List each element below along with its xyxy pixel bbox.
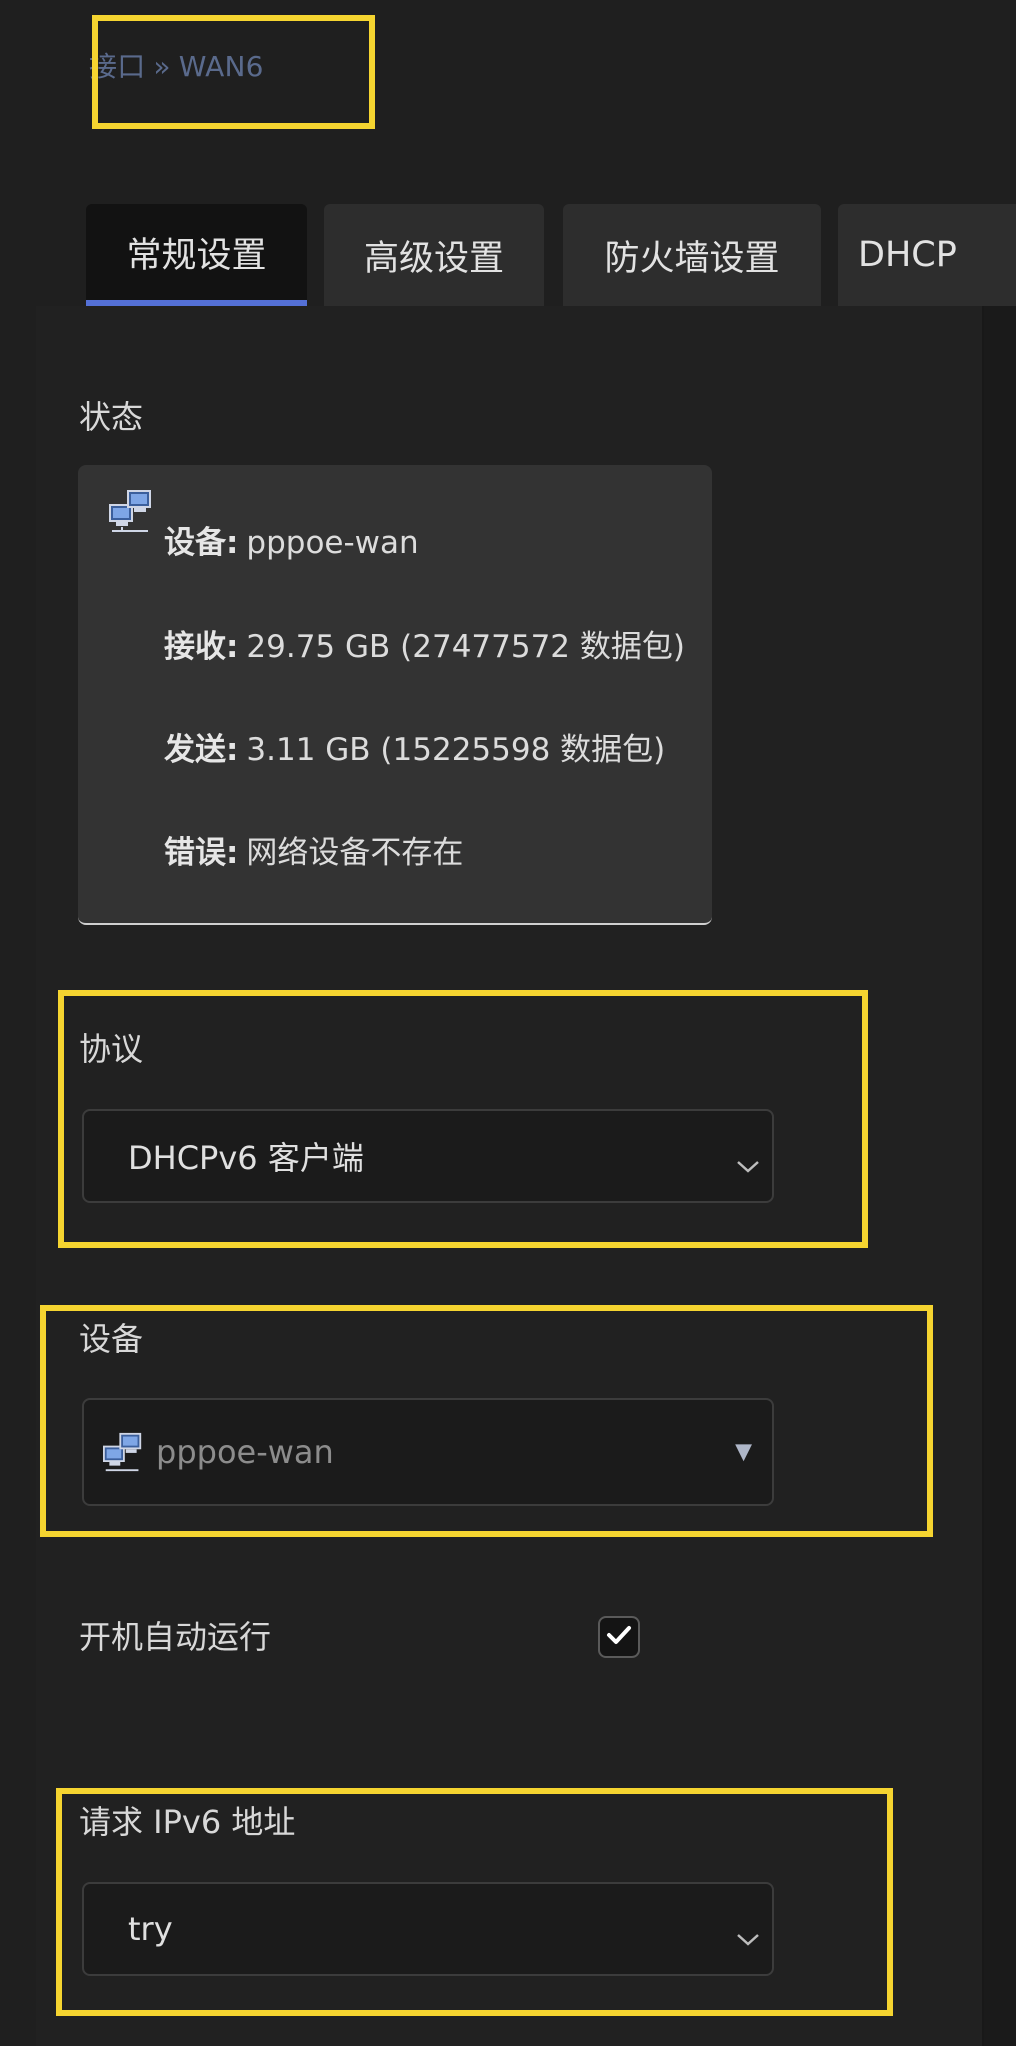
tab-general-settings[interactable]: 常规设置 bbox=[86, 204, 307, 306]
status-box: 设备: pppoe-wan 接收: 29.75 GB (27477572 数据包) … bbox=[78, 465, 712, 925]
chevron-down-icon bbox=[734, 1146, 762, 1173]
status-device-key: 设备: bbox=[164, 525, 239, 561]
request-ipv6-select[interactable]: try bbox=[82, 1882, 774, 1976]
tab-advanced-settings[interactable]: 高级设置 bbox=[324, 204, 544, 306]
chevron-down-icon bbox=[734, 1919, 762, 1946]
network-device-icon bbox=[102, 1432, 144, 1472]
status-tx-line: 发送: 3.11 GB (15225598 数据包) bbox=[164, 724, 665, 769]
status-tx-value: 3.11 GB (15225598 数据包) bbox=[246, 732, 666, 768]
status-error-line: 错误: 网络设备不存在 bbox=[164, 827, 463, 872]
status-error-key: 错误: bbox=[164, 835, 239, 871]
protocol-select[interactable]: DHCPv6 客户端 bbox=[82, 1109, 774, 1203]
breadcrumb-separator: » bbox=[153, 50, 171, 83]
protocol-select-value: DHCPv6 客户端 bbox=[128, 1139, 364, 1177]
status-rx-key: 接收: bbox=[164, 629, 239, 665]
page-margin bbox=[984, 306, 1016, 2046]
tab-bar: 常规设置 高级设置 防火墙设置 DHCP bbox=[86, 204, 1016, 306]
autostart-label: 开机自动运行 bbox=[79, 1618, 272, 1656]
status-device-value: pppoe-wan bbox=[246, 525, 419, 561]
triangle-down-icon: ▼ bbox=[735, 1439, 752, 1465]
device-select[interactable]: pppoe-wan ▼ bbox=[82, 1398, 774, 1506]
request-ipv6-label: 请求 IPv6 地址 bbox=[79, 1803, 296, 1841]
status-rx-value: 29.75 GB (27477572 数据包) bbox=[246, 629, 685, 665]
breadcrumb-parent-link[interactable]: 接口 bbox=[89, 50, 145, 83]
autostart-checkbox[interactable] bbox=[598, 1616, 640, 1658]
tab-firewall-settings[interactable]: 防火墙设置 bbox=[563, 204, 821, 306]
breadcrumb: 接口» WAN6 bbox=[89, 45, 264, 85]
status-device-line: 设备: pppoe-wan bbox=[164, 517, 419, 562]
protocol-label: 协议 bbox=[79, 1030, 144, 1068]
device-label: 设备 bbox=[79, 1320, 144, 1358]
request-ipv6-select-value: try bbox=[128, 1910, 173, 1948]
status-rx-line: 接收: 29.75 GB (27477572 数据包) bbox=[164, 621, 685, 666]
breadcrumb-current: WAN6 bbox=[178, 50, 264, 83]
checkmark-icon bbox=[606, 1624, 632, 1650]
device-select-value: pppoe-wan bbox=[156, 1433, 334, 1471]
status-tx-key: 发送: bbox=[164, 732, 239, 768]
tab-dhcp-server[interactable]: DHCP bbox=[838, 204, 1016, 306]
status-error-value: 网络设备不存在 bbox=[246, 835, 464, 871]
network-device-icon bbox=[108, 489, 154, 533]
status-label: 状态 bbox=[79, 398, 144, 436]
